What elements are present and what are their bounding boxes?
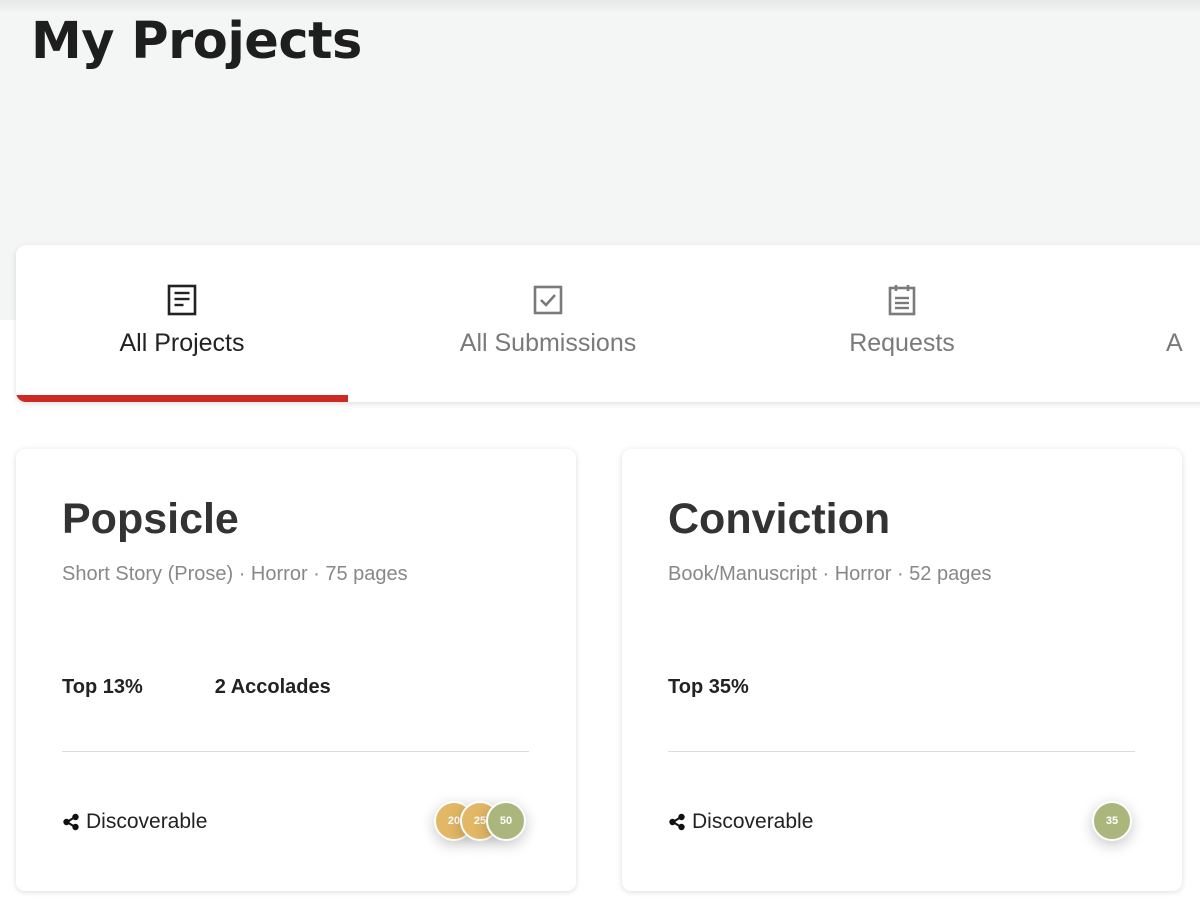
tab-bar: All Projects All Submissions Requests A <box>16 245 1200 402</box>
share-icon <box>63 813 79 831</box>
score-badges[interactable]: 20 25 50 <box>434 801 534 841</box>
document-icon <box>167 284 197 316</box>
tab-requests[interactable]: Requests <box>736 245 1068 402</box>
project-title[interactable]: Popsicle <box>62 495 239 544</box>
page-title: My Projects <box>31 12 362 71</box>
visibility-status: Discoverable <box>62 810 207 834</box>
clipboard-icon <box>888 285 916 316</box>
tab-label: All Projects <box>119 329 245 357</box>
project-stats: Top 35% <box>668 676 749 699</box>
checkbox-icon <box>533 285 563 315</box>
divider <box>668 751 1135 752</box>
score-badge[interactable]: 50 <box>486 801 526 841</box>
score-badge[interactable]: 35 <box>1092 801 1132 841</box>
ranking-stat: Top 35% <box>668 676 749 698</box>
visibility-label: Discoverable <box>692 810 814 833</box>
tab-label: A <box>1166 329 1183 357</box>
divider <box>62 751 529 752</box>
project-meta: Short Story (Prose) · Horror · 75 pages <box>62 563 408 585</box>
project-title[interactable]: Conviction <box>668 495 890 544</box>
project-card[interactable]: Popsicle Short Story (Prose) · Horror · … <box>16 449 576 891</box>
accolades-stat: 2 Accolades <box>214 676 331 698</box>
score-badges[interactable]: 35 <box>1092 801 1136 841</box>
ranking-stat: Top 13% <box>62 676 143 698</box>
tab-all-submissions[interactable]: All Submissions <box>381 245 715 402</box>
visibility-status: Discoverable <box>668 810 813 834</box>
tab-partial[interactable]: A <box>1166 245 1200 402</box>
project-card[interactable]: Conviction Book/Manuscript · Horror · 52… <box>622 449 1182 891</box>
project-stats: Top 13% 2 Accolades <box>62 676 331 699</box>
tab-label: Requests <box>849 329 955 357</box>
share-icon <box>669 813 685 831</box>
visibility-label: Discoverable <box>86 810 208 833</box>
project-meta: Book/Manuscript · Horror · 52 pages <box>668 563 992 585</box>
tab-label: All Submissions <box>459 329 637 357</box>
active-tab-indicator <box>16 395 348 402</box>
tab-icon-placeholder <box>1166 283 1200 317</box>
tab-all-projects[interactable]: All Projects <box>16 245 348 402</box>
